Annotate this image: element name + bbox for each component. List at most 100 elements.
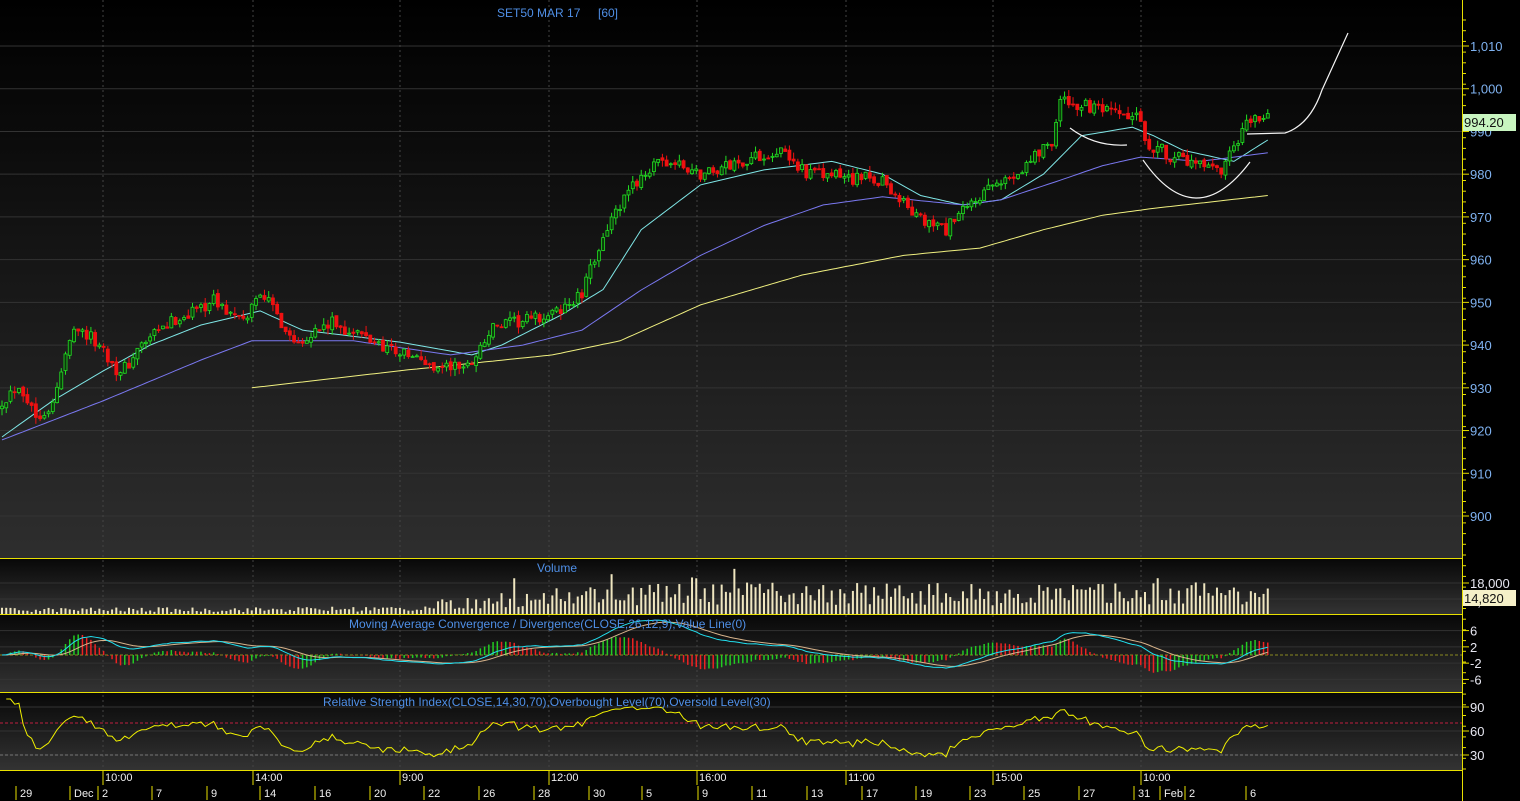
candle-body [152, 329, 157, 336]
candle-body [296, 341, 301, 344]
candle-body [105, 348, 110, 363]
candle-body [211, 294, 216, 305]
volume-bar [43, 609, 46, 614]
price-pane[interactable] [0, 0, 1462, 558]
stock-chart[interactable]: SET50 MAR 17 [60] Volume Moving Average … [0, 0, 1520, 801]
volume-bar [72, 609, 75, 614]
candle-body [1147, 138, 1152, 150]
volume-bar [737, 588, 740, 614]
candle-body [812, 167, 817, 171]
time-label: 10:00 [105, 772, 133, 784]
candle-body [249, 303, 254, 318]
candle-body [182, 317, 186, 320]
volume-bar [826, 602, 829, 614]
candle-body [80, 329, 85, 332]
volume-bar [928, 584, 931, 614]
volume-bar [284, 611, 287, 614]
candle-body [194, 306, 199, 309]
candle-body [867, 172, 872, 179]
candle-body [1037, 149, 1042, 157]
volume-bar [1194, 582, 1197, 614]
volume-bar [961, 591, 964, 614]
volume-bar [94, 610, 97, 614]
candle-body [613, 208, 618, 219]
candle-body [1151, 149, 1156, 153]
candle-body [774, 153, 779, 158]
candle-body [220, 303, 225, 307]
volume-bar [149, 610, 152, 614]
volume-bar [140, 607, 143, 614]
candle-body [728, 160, 733, 170]
candle-body [135, 347, 140, 360]
volume-bar [276, 609, 279, 614]
date-label: Feb [1164, 788, 1183, 800]
chart-title: SET50 MAR 17 [497, 6, 581, 20]
volume-bar [919, 591, 922, 614]
volume-bar [911, 592, 914, 614]
candle-body [580, 292, 584, 299]
candle-body [440, 366, 445, 368]
candle-body [982, 189, 987, 201]
x-axis[interactable]: 10:00 14:00 9:00 12:00 16:00 11:00 15:00 10:00 2… [0, 771, 1462, 801]
candle-body [948, 218, 953, 237]
candle-body [779, 147, 783, 154]
volume-bar [339, 609, 342, 614]
candle-body [1248, 118, 1253, 124]
candle-body [927, 220, 931, 228]
volume-bar [1160, 599, 1163, 614]
candle-body [245, 317, 250, 321]
volume-bar [1063, 598, 1066, 614]
candle-body [144, 341, 148, 344]
volume-bar [1097, 583, 1100, 614]
candle-body [156, 329, 161, 331]
last-volume: 14,820 [1464, 591, 1504, 606]
volume-bar [517, 606, 520, 614]
volume-bar [39, 610, 42, 614]
volume-bar [648, 584, 651, 614]
volume-bar [81, 608, 84, 614]
volume-bar [860, 592, 863, 614]
volume-bar [805, 586, 808, 614]
candle-body [1168, 159, 1173, 163]
volume-bar [458, 607, 461, 614]
volume-bar [686, 595, 689, 614]
date-label: 23 [974, 788, 986, 800]
volume-bar [525, 593, 528, 614]
volume-bar [813, 600, 816, 614]
volume-bar [953, 600, 956, 614]
volume-bar [314, 608, 317, 614]
volume-bar [128, 607, 130, 614]
candle-body [1092, 103, 1097, 114]
candle-body [215, 293, 220, 308]
volume-bar [229, 609, 232, 614]
volume-bar [665, 585, 668, 614]
volume-bar [936, 583, 939, 614]
candle-body [872, 176, 876, 184]
candle-body [635, 180, 639, 187]
candle-body [342, 326, 347, 335]
candle-body [766, 157, 771, 160]
candle-body [503, 319, 508, 328]
volume-bar [356, 611, 359, 614]
time-label: 9:00 [402, 772, 423, 784]
volume-bar [1249, 591, 1252, 614]
volume-bar [9, 607, 12, 614]
candle-body [414, 355, 419, 358]
candle-body [139, 342, 144, 348]
volume-bar [839, 589, 842, 614]
volume-bar [1232, 587, 1235, 614]
volume-bar [1135, 590, 1138, 614]
volume-bar [580, 595, 583, 614]
candle-body [199, 304, 203, 308]
volume-bar [1131, 598, 1134, 614]
candle-body [1028, 160, 1033, 163]
candle-body [118, 372, 123, 376]
candle-body [546, 315, 550, 321]
candle-body [990, 184, 995, 187]
date-label: 17 [866, 788, 878, 800]
candle-body [1253, 115, 1257, 123]
candle-body [368, 334, 373, 343]
candle-body [330, 316, 335, 331]
candle-body [698, 169, 703, 180]
volume-bar [1021, 603, 1024, 614]
